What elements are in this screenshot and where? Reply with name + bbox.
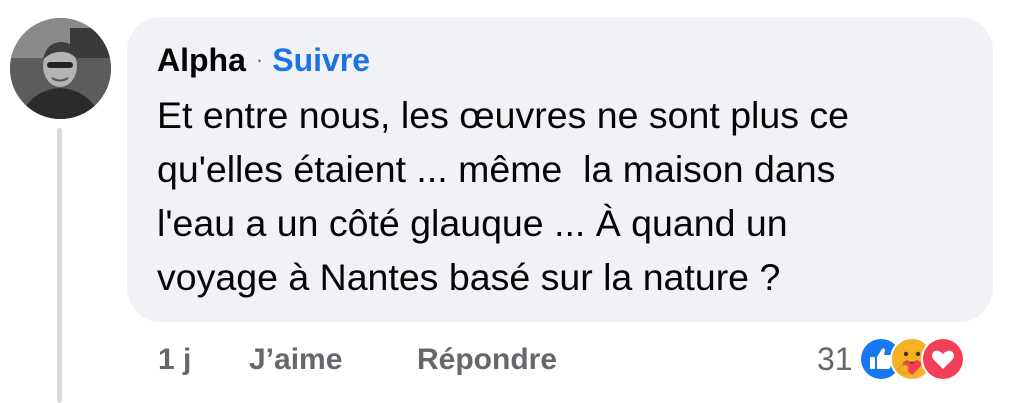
separator-dot: · [255, 47, 264, 72]
avatar-photo [10, 18, 111, 119]
comment-header: Alpha · Suivre [157, 40, 370, 80]
avatar[interactable] [10, 18, 111, 119]
thread-line [57, 128, 62, 403]
reaction-count: 31 [817, 340, 853, 377]
comment-text-line: Et entre nous, les œuvres ne sont plus c… [157, 94, 850, 136]
reactions-summary[interactable]: 31 [817, 337, 965, 381]
love-reaction-icon [920, 337, 965, 381]
comment-text: Et entre nous, les œuvres ne sont plus c… [157, 88, 977, 304]
author-name[interactable]: Alpha [157, 42, 246, 79]
like-button[interactable]: J’aime [249, 338, 342, 382]
comment-timestamp[interactable]: 1 j [158, 338, 191, 382]
comment-text-line: l'eau a un côté glauque ... À quand un [157, 202, 788, 244]
follow-button[interactable]: Suivre [272, 42, 370, 79]
reply-button[interactable]: Répondre [417, 338, 557, 382]
comment-text-line: qu'elles étaient ... même la maison dans [157, 148, 836, 190]
comment-text-line: voyage à Nantes basé sur la nature ? [157, 256, 781, 298]
